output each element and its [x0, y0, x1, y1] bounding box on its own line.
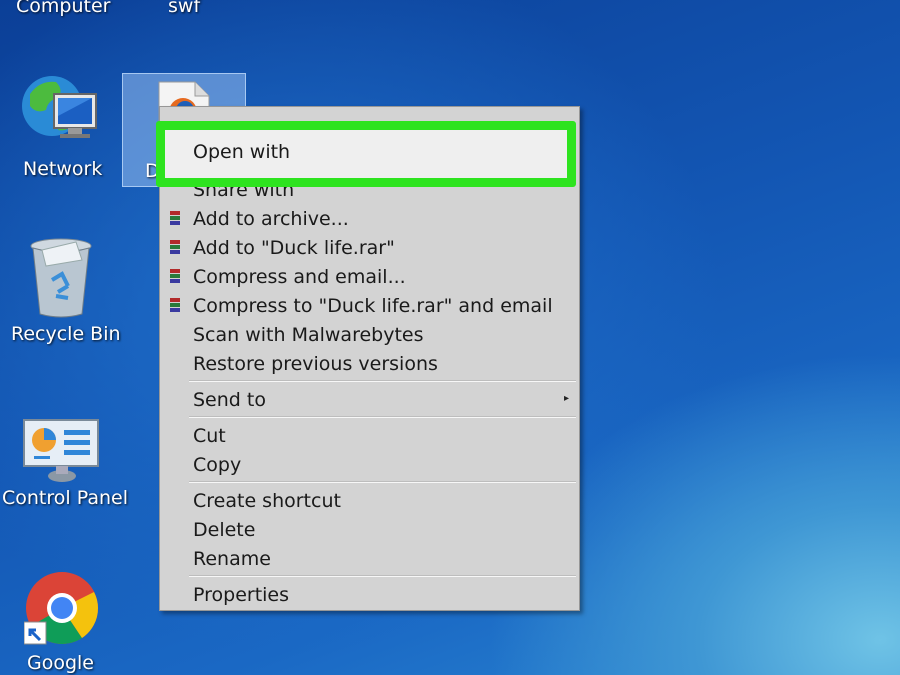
network-icon — [22, 76, 97, 138]
swf-label[interactable]: swf — [168, 0, 200, 17]
winrar-icon — [170, 269, 180, 283]
menu-item-send-to[interactable]: Send to — [193, 388, 266, 412]
menu-item-add-to-archive[interactable]: Add to archive... — [193, 207, 349, 231]
google-chrome-shortcut[interactable] — [23, 570, 100, 646]
winrar-icon — [170, 211, 180, 225]
menu-separator — [189, 481, 576, 483]
recycle-bin-shortcut[interactable] — [28, 236, 94, 320]
recycle-bin-icon — [30, 238, 92, 318]
submenu-arrow-icon: ▸ — [563, 393, 569, 404]
menu-separator — [189, 416, 576, 418]
menu-item-add-to-rar[interactable]: Add to "Duck life.rar" — [193, 236, 395, 260]
network-label[interactable]: Network — [23, 158, 102, 180]
menu-item-scan-malwarebytes[interactable]: Scan with Malwarebytes — [193, 323, 424, 347]
menu-item-cut[interactable]: Cut — [193, 424, 226, 448]
menu-item-compress-to-rar-email[interactable]: Compress to "Duck life.rar" and email — [193, 294, 553, 318]
chrome-icon — [23, 572, 99, 645]
menu-item-copy[interactable]: Copy — [193, 453, 241, 477]
menu-separator — [189, 575, 576, 577]
control-panel-label[interactable]: Control Panel — [2, 487, 128, 509]
desktop-background: Computer swf Network D Recycle Bin Contr… — [0, 0, 900, 675]
menu-item-open-with[interactable]: Open with — [193, 141, 290, 163]
menu-item-create-shortcut[interactable]: Create shortcut — [193, 489, 341, 513]
menu-item-compress-and-email[interactable]: Compress and email... — [193, 265, 406, 289]
menu-item-delete[interactable]: Delete — [193, 518, 255, 542]
menu-item-rename[interactable]: Rename — [193, 547, 271, 571]
control-panel-shortcut[interactable] — [22, 418, 102, 484]
winrar-icon — [170, 240, 180, 254]
computer-label[interactable]: Computer — [16, 0, 110, 17]
control-panel-icon — [23, 419, 99, 482]
menu-item-properties[interactable]: Properties — [193, 583, 289, 607]
recycle-bin-label[interactable]: Recycle Bin — [11, 323, 121, 345]
winrar-icon — [170, 298, 180, 312]
menu-separator — [189, 380, 576, 382]
menu-item-restore-previous-versions[interactable]: Restore previous versions — [193, 352, 438, 376]
network-shortcut[interactable] — [18, 72, 102, 158]
google-label[interactable]: Google — [27, 652, 94, 674]
